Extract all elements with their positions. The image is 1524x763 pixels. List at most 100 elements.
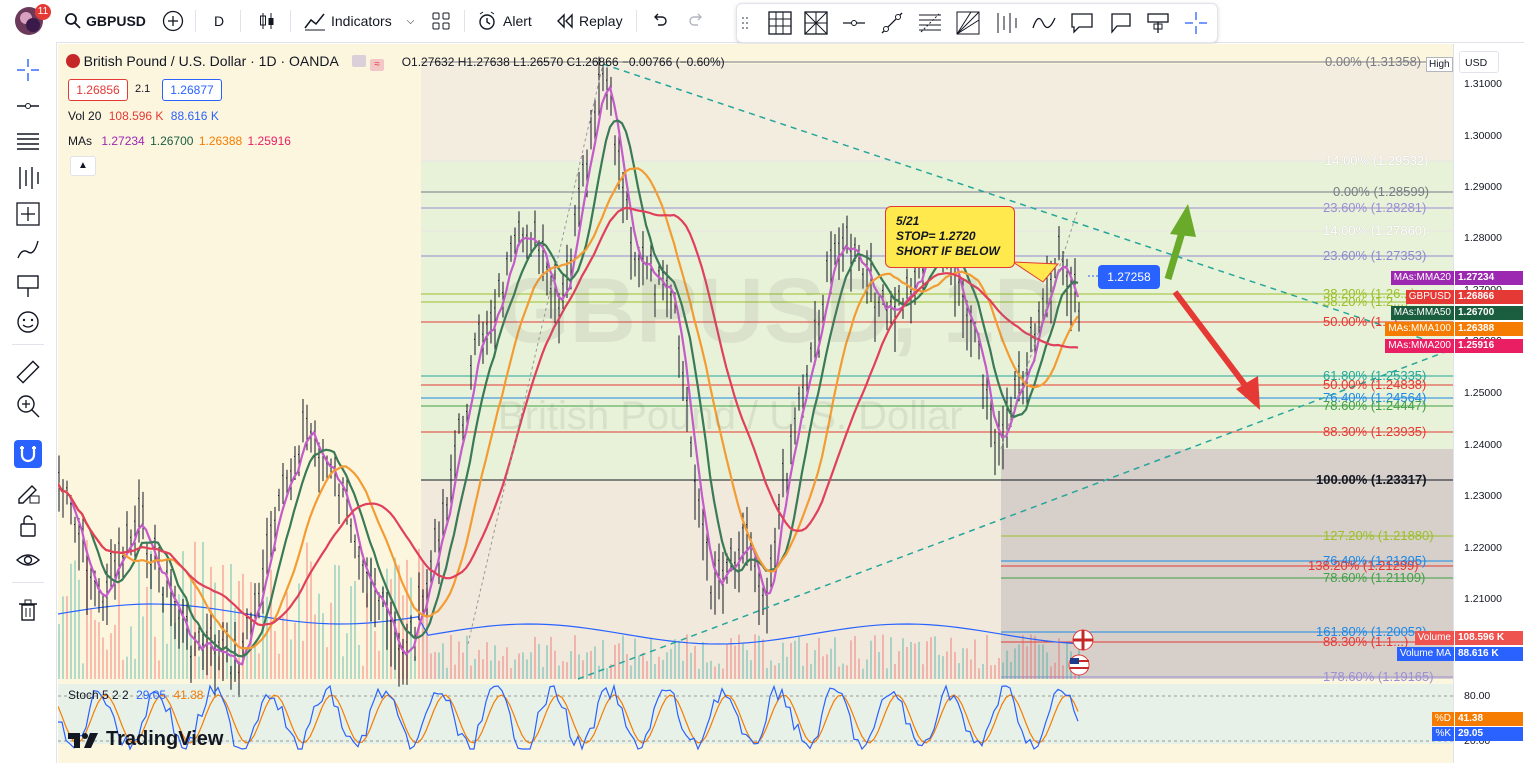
lock-pencil-icon[interactable] xyxy=(14,478,42,506)
trade-note-callout[interactable]: 5/21 STOP= 1.2720 SHORT IF BELOW xyxy=(885,206,1015,268)
note-icon[interactable] xyxy=(1107,10,1133,36)
replay-button[interactable]: Replay xyxy=(556,8,623,34)
callout-icon[interactable] xyxy=(1069,10,1095,36)
text-note-icon[interactable] xyxy=(14,272,42,300)
magnet-icon[interactable] xyxy=(14,440,42,468)
alert-button[interactable]: Alert xyxy=(477,8,532,34)
high-label: High xyxy=(1426,57,1453,72)
collapse-legend-button[interactable]: ▲ xyxy=(70,156,96,176)
chart-pane[interactable]: GBPUSD, 1D British Pound / U.S. Dollar B… xyxy=(58,44,1453,763)
symbol-search-button[interactable]: GBPUSD xyxy=(64,8,146,34)
volume-bar xyxy=(378,650,380,679)
volume-bar xyxy=(62,596,64,679)
indicators-button[interactable]: Indicators ⌵ xyxy=(304,8,414,34)
fib-fan-icon[interactable] xyxy=(955,10,981,36)
volume-bar xyxy=(810,663,812,679)
volume-bar xyxy=(974,639,976,679)
table-icon[interactable] xyxy=(767,10,793,36)
volume-bar xyxy=(518,653,520,679)
volume-bar xyxy=(258,653,260,679)
brush-icon[interactable] xyxy=(14,236,42,264)
symbol-legend[interactable]: British Pound / U.S. Dollar · 1D · OANDA… xyxy=(66,53,725,71)
volume-bar xyxy=(94,619,96,679)
horizontal-line-icon[interactable] xyxy=(14,92,42,120)
volume-bar xyxy=(230,563,232,679)
volume-bar xyxy=(926,641,928,679)
volume-bar xyxy=(814,650,816,679)
legend-approx-toggle[interactable]: ≈ xyxy=(370,59,385,71)
replay-label: Replay xyxy=(579,13,623,29)
lock-icon[interactable] xyxy=(14,512,42,540)
ruler-icon[interactable] xyxy=(14,358,42,386)
gann-box-icon[interactable] xyxy=(803,10,829,36)
volume-bar xyxy=(98,622,100,679)
horizontal-ray-icon[interactable] xyxy=(841,10,867,36)
eye-icon[interactable] xyxy=(14,546,42,574)
price-tag-name: MAs:MMA200 xyxy=(1385,339,1454,353)
volume-bar xyxy=(142,616,144,679)
flag-icon[interactable] xyxy=(1145,10,1171,36)
divider xyxy=(290,10,291,32)
chart-type-button[interactable] xyxy=(257,8,277,34)
zoom-in-icon[interactable] xyxy=(14,392,42,420)
volume-bar xyxy=(870,640,872,679)
volume-bar xyxy=(58,624,60,679)
notification-badge[interactable]: 11 xyxy=(35,4,51,20)
compare-button[interactable] xyxy=(162,8,184,34)
crosshair-price-label[interactable]: 1.27258 xyxy=(1098,265,1160,289)
volume-bar xyxy=(762,639,764,679)
volume-bar xyxy=(966,648,968,679)
volume-bar xyxy=(882,634,884,679)
volume-bar xyxy=(1010,661,1012,679)
fib-levels-icon[interactable] xyxy=(14,128,42,156)
ask-box[interactable]: 1.26877 xyxy=(162,79,222,101)
price-tag-value: 88.616 K xyxy=(1455,647,1523,661)
volume-bar xyxy=(790,642,792,679)
price-tag-value: 1.25916 xyxy=(1455,339,1523,353)
stoch-legend[interactable]: Stoch 5 2 2 29.05 41.38 xyxy=(68,688,203,702)
pattern-icon[interactable] xyxy=(14,164,42,192)
volume-legend[interactable]: Vol 20 108.596 K 88.616 K xyxy=(68,109,219,123)
volume-bar xyxy=(1022,635,1024,679)
fib-retracement-icon[interactable] xyxy=(917,10,943,36)
volume-bar xyxy=(506,647,508,679)
volume-bar xyxy=(438,652,440,679)
fib-level-label: 23.60% (1.28281) xyxy=(1323,200,1427,215)
undo-button[interactable] xyxy=(650,8,668,34)
volume-bar xyxy=(522,652,524,679)
volume-bar xyxy=(1062,665,1064,679)
price-tag-name: GBPUSD xyxy=(1405,290,1454,304)
volume-bar xyxy=(706,662,708,679)
volume-bar xyxy=(154,636,156,679)
volume-bar xyxy=(330,602,332,679)
volume-bar xyxy=(530,652,532,679)
cross-cursor-icon[interactable] xyxy=(14,56,42,84)
volume-bar xyxy=(546,645,548,679)
bid-box[interactable]: 1.26856 xyxy=(68,79,128,101)
tradingview-logo-icon xyxy=(68,732,98,748)
candles-icon xyxy=(260,13,274,29)
drag-handle-icon[interactable] xyxy=(741,10,749,36)
projection-icon[interactable] xyxy=(14,200,42,228)
volume-bar xyxy=(958,663,960,679)
trend-line-icon[interactable] xyxy=(879,10,905,36)
layouts-button[interactable] xyxy=(432,8,450,34)
trash-icon[interactable] xyxy=(14,596,42,624)
volume-bar xyxy=(558,665,560,679)
fib-level-label: 23.60% (1.27353) xyxy=(1323,248,1427,263)
volume-bar xyxy=(594,646,596,679)
volume-bar xyxy=(570,651,572,679)
bars-pattern-icon[interactable] xyxy=(993,10,1019,36)
emoji-icon[interactable] xyxy=(14,308,42,336)
path-icon[interactable] xyxy=(1031,10,1057,36)
crosshair-icon[interactable] xyxy=(1183,10,1209,36)
redo-button[interactable] xyxy=(688,8,706,34)
price-scale[interactable]: USD 1.310001.300001.290001.280001.270001… xyxy=(1385,44,1524,763)
currency-button[interactable]: USD xyxy=(1459,51,1499,73)
mas-legend[interactable]: MAs 1.27234 1.26700 1.26388 1.25916 xyxy=(68,134,291,148)
volume-bar xyxy=(1034,635,1036,679)
legend-visibility-toggle[interactable] xyxy=(352,55,367,67)
tradingview-logo[interactable]: TradingView xyxy=(68,728,223,751)
interval-button[interactable]: D xyxy=(214,8,224,34)
top-toolbar: 11 GBPUSD D Indicators ⌵ Alert Replay xyxy=(0,0,1524,43)
